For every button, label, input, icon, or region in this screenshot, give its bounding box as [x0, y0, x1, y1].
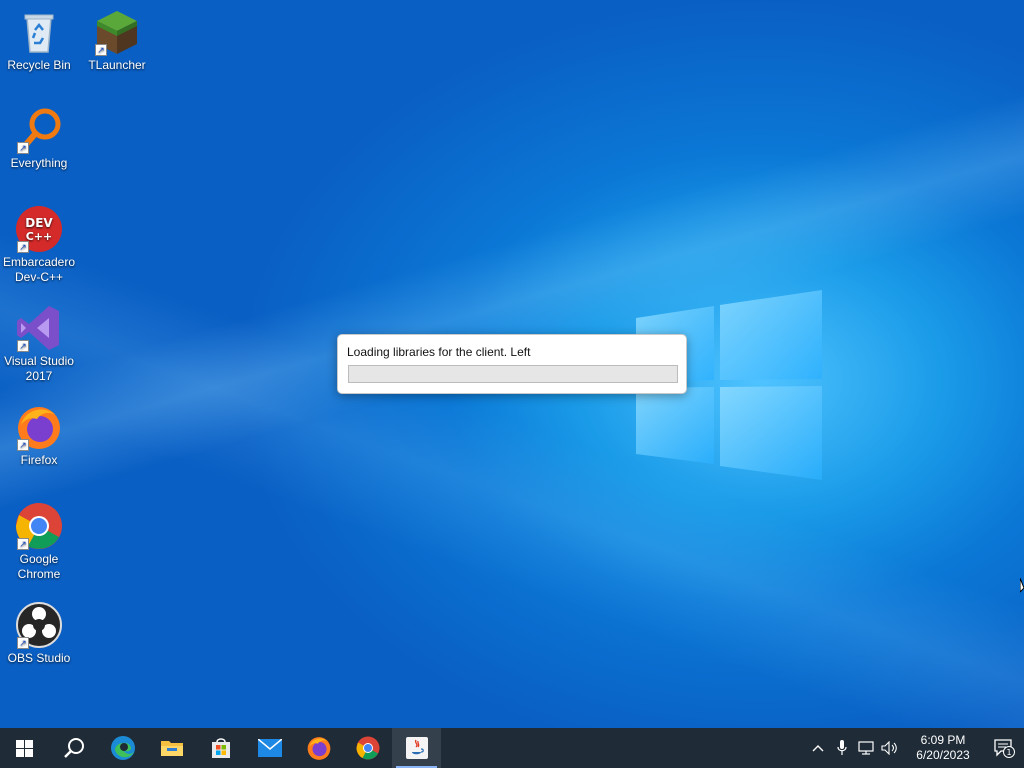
- desktop-icon-everything[interactable]: ↗ Everything: [0, 106, 78, 171]
- search-button[interactable]: [49, 728, 98, 768]
- windows-start-icon: [16, 739, 33, 757]
- microphone-icon: [837, 740, 847, 755]
- notification-icon: 1: [994, 739, 1015, 758]
- start-button[interactable]: [0, 728, 49, 768]
- shortcut-arrow-icon: ↗: [17, 340, 29, 352]
- shortcut-arrow-icon: ↗: [17, 637, 29, 649]
- network-button[interactable]: [854, 728, 878, 768]
- chrome-icon: ↗: [15, 502, 63, 550]
- firefox-icon: ↗: [15, 403, 63, 451]
- store-icon: [211, 738, 230, 758]
- desktop-icon-label: Embarcadero Dev-C++: [2, 255, 76, 284]
- visual-studio-icon: ↗: [15, 304, 63, 352]
- taskbar-java[interactable]: [392, 728, 441, 768]
- microphone-button[interactable]: [830, 728, 854, 768]
- clock[interactable]: 6:09 PM 6/20/2023: [908, 733, 978, 763]
- shortcut-arrow-icon: ↗: [95, 44, 107, 56]
- desktop-icon-tlauncher[interactable]: ↗ TLauncher: [78, 8, 156, 73]
- desktop-icon-label: Google Chrome: [17, 552, 61, 581]
- desktop-icon-recycle-bin[interactable]: Recycle Bin: [0, 8, 78, 73]
- folder-icon: [160, 741, 183, 756]
- devcpp-icon: DEV C++ ↗: [15, 205, 63, 253]
- desktop-icon-devcpp[interactable]: DEV C++ ↗ Embarcadero Dev-C++: [0, 205, 78, 285]
- desktop-icon-label: Firefox: [20, 453, 58, 467]
- desktop: Recycle Bin ↗ TLauncher ↗ Everything DEV…: [0, 0, 1024, 728]
- system-tray: 6:09 PM 6/20/2023 1: [806, 728, 1024, 768]
- taskbar-chrome[interactable]: [343, 728, 392, 768]
- taskbar-firefox[interactable]: [294, 728, 343, 768]
- firefox-icon: [307, 737, 330, 760]
- obs-icon: ↗: [15, 601, 63, 649]
- shortcut-arrow-icon: ↗: [17, 241, 29, 253]
- taskbar-edge[interactable]: [98, 728, 147, 768]
- desktop-icon-chrome[interactable]: ↗ Google Chrome: [0, 502, 78, 582]
- chevron-up-icon: [812, 745, 824, 752]
- desktop-icon-label: TLauncher: [88, 58, 146, 72]
- clock-time: 6:09 PM: [920, 733, 966, 747]
- search-icon: [63, 738, 84, 758]
- volume-button[interactable]: [878, 728, 902, 768]
- taskbar: 6:09 PM 6/20/2023 1: [0, 728, 1024, 768]
- desktop-icon-label: Visual Studio 2017: [4, 354, 74, 383]
- loading-dialog[interactable]: Loading libraries for the client. Left: [337, 334, 687, 394]
- notification-count: 1: [1006, 748, 1011, 757]
- shortcut-arrow-icon: ↗: [17, 142, 29, 154]
- desktop-icon-visual-studio[interactable]: ↗ Visual Studio 2017: [0, 304, 78, 384]
- svg-text:DEV: DEV: [25, 216, 53, 230]
- loading-message: Loading libraries for the client. Left: [347, 345, 531, 359]
- speaker-icon: [881, 741, 897, 755]
- taskbar-file-explorer[interactable]: [147, 728, 196, 768]
- mouse-cursor-icon: [1020, 578, 1024, 593]
- action-center-button[interactable]: 1: [984, 728, 1024, 768]
- desktop-icon-firefox[interactable]: ↗ Firefox: [0, 403, 78, 468]
- recycle-bin-icon: [15, 8, 63, 56]
- tlauncher-icon: ↗: [93, 8, 141, 56]
- desktop-icon-label: Recycle Bin: [7, 58, 71, 72]
- desktop-icon-label: Everything: [10, 156, 68, 170]
- svg-text:C++: C++: [26, 230, 53, 243]
- desktop-icon-label: OBS Studio: [7, 651, 71, 665]
- loading-progress-bar: [348, 365, 678, 383]
- show-hidden-icons-button[interactable]: [806, 728, 830, 768]
- everything-search-icon: ↗: [15, 106, 63, 154]
- edge-icon: [110, 736, 135, 760]
- shortcut-arrow-icon: ↗: [17, 439, 29, 451]
- desktop-icon-obs[interactable]: ↗ OBS Studio: [0, 601, 78, 666]
- network-icon: [858, 741, 874, 755]
- mail-icon: [257, 739, 282, 757]
- clock-date: 6/20/2023: [916, 748, 970, 762]
- shortcut-arrow-icon: ↗: [17, 538, 29, 550]
- java-icon: [405, 737, 428, 759]
- chrome-icon: [356, 736, 379, 760]
- taskbar-store[interactable]: [196, 728, 245, 768]
- taskbar-mail[interactable]: [245, 728, 294, 768]
